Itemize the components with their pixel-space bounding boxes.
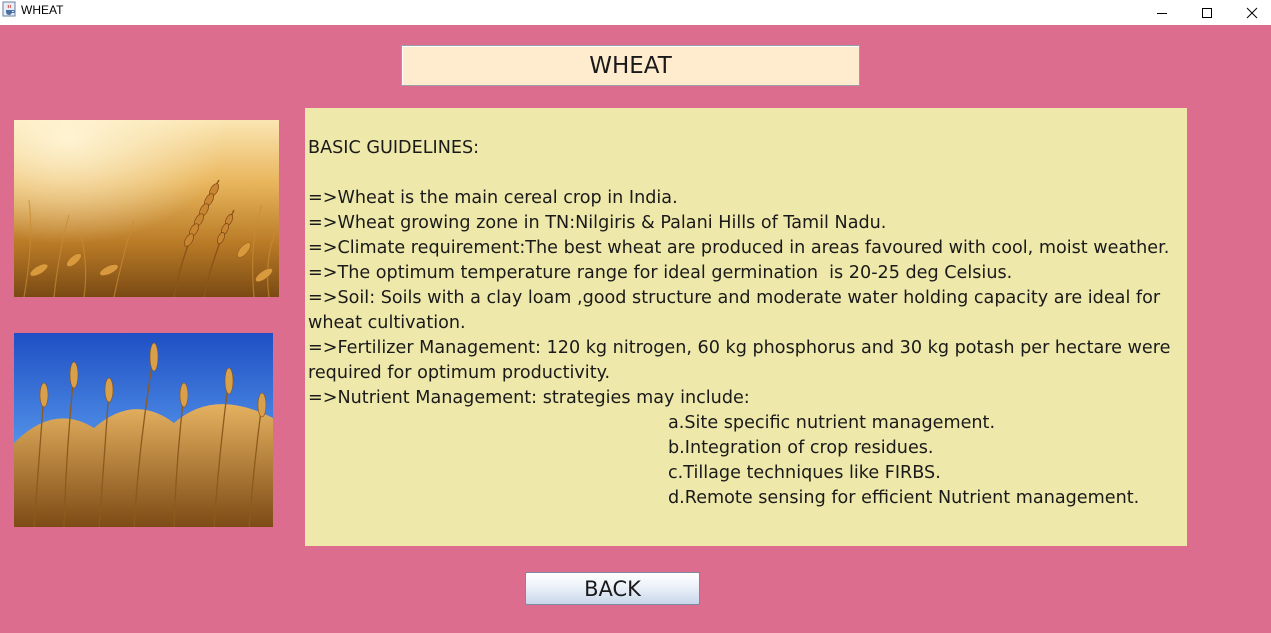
guideline-line: =>Climate requirement:The best wheat are… xyxy=(308,238,1170,258)
nutrient-strategy-item: d.Remote sensing for efficient Nutrient … xyxy=(668,488,1140,508)
maximize-button[interactable] xyxy=(1184,0,1230,25)
java-cup-icon xyxy=(1,1,17,17)
guidelines-text-area[interactable]: BASIC GUIDELINES: =>Wheat is the main ce… xyxy=(305,108,1187,546)
nutrient-strategy-item: b.Integration of crop residues. xyxy=(668,438,934,458)
crop-title-field: WHEAT xyxy=(401,45,860,86)
minimize-button[interactable] xyxy=(1139,0,1185,25)
golden-wheat-field-image xyxy=(14,120,279,297)
guideline-line: =>Soil: Soils with a clay loam ,good str… xyxy=(308,288,1161,308)
guidelines-heading: BASIC GUIDELINES: xyxy=(308,138,480,158)
close-icon xyxy=(1246,7,1258,18)
maximize-icon xyxy=(1202,7,1212,18)
minimize-icon xyxy=(1157,12,1167,14)
window-titlebar: WHEAT xyxy=(0,0,1271,25)
guideline-line: wheat cultivation. xyxy=(308,313,466,333)
guideline-line: required for optimum productivity. xyxy=(308,363,611,383)
guideline-line: =>Wheat is the main cereal crop in India… xyxy=(308,188,678,208)
wheat-under-blue-sky-image xyxy=(14,333,273,527)
back-button[interactable]: BACK xyxy=(525,572,700,605)
window-title: WHEAT xyxy=(21,3,64,17)
guideline-line: =>The optimum temperature range for idea… xyxy=(308,263,1013,283)
nutrient-strategy-item: c.Tillage techniques like FIRBS. xyxy=(668,463,941,483)
guideline-line: =>Fertilizer Management: 120 kg nitrogen… xyxy=(308,338,1171,358)
close-button[interactable] xyxy=(1229,0,1271,25)
guideline-line: =>Nutrient Management: strategies may in… xyxy=(308,388,750,408)
nutrient-strategy-item: a.Site specific nutrient management. xyxy=(668,413,996,433)
guideline-line: =>Wheat growing zone in TN:Nilgiris & Pa… xyxy=(308,213,887,233)
